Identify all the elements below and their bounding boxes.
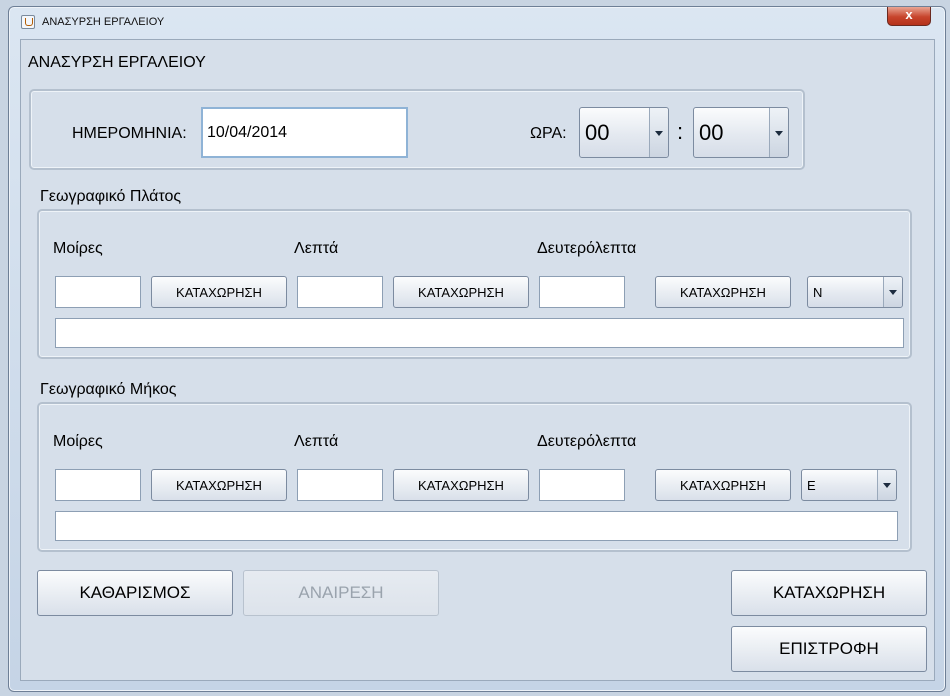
longitude-hemisphere-select[interactable]: E — [801, 469, 897, 501]
longitude-degrees-register-button[interactable]: ΚΑΤΑΧΩΡΗΣΗ — [151, 469, 287, 501]
close-button[interactable]: x — [887, 7, 931, 26]
window-title: ΑΝΑΣΥΡΣΗ ΕΡΓΑΛΕΙΟΥ — [42, 16, 165, 28]
back-button[interactable]: ΕΠΙΣΤΡΟΦΗ — [731, 626, 927, 672]
longitude-seconds-register-button[interactable]: ΚΑΤΑΧΩΡΗΣΗ — [655, 469, 791, 501]
latitude-seconds-label: Δευτερόλεπτα — [537, 240, 637, 257]
latitude-seconds-field[interactable] — [539, 276, 625, 308]
longitude-degrees-field[interactable] — [55, 469, 141, 501]
longitude-minutes-field[interactable] — [297, 469, 383, 501]
java-app-icon — [21, 15, 35, 29]
longitude-panel: Μοίρες Λεπτά Δευτερόλεπτα ΚΑΤΑΧΩΡΗΣΗ ΚΑΤ… — [37, 402, 912, 552]
latitude-hemisphere-select[interactable]: N — [807, 276, 903, 308]
latitude-panel: Μοίρες Λεπτά Δευτερόλεπτα ΚΑΤΑΧΩΡΗΣΗ ΚΑΤ… — [37, 209, 912, 359]
longitude-degrees-label: Μοίρες — [53, 433, 103, 450]
chevron-down-icon — [769, 108, 788, 157]
clear-button[interactable]: ΚΑΘΑΡΙΣΜΟΣ — [37, 570, 233, 616]
latitude-degrees-register-button[interactable]: ΚΑΤΑΧΩΡΗΣΗ — [151, 276, 287, 308]
longitude-seconds-field[interactable] — [539, 469, 625, 501]
page-title: ΑΝΑΣΥΡΣΗ ΕΡΓΑΛΕΙΟΥ — [28, 54, 206, 71]
longitude-result-field[interactable] — [55, 511, 898, 541]
latitude-minutes-field[interactable] — [297, 276, 383, 308]
time-separator: : — [677, 119, 684, 144]
chevron-down-icon — [883, 277, 902, 307]
hour-value: 00 — [585, 120, 610, 145]
content-pane: ΑΝΑΣΥΡΣΗ ΕΡΓΑΛΕΙΟΥ ΗΜΕΡΟΜΗΝΙΑ: ΩΡΑ: 00 :… — [20, 39, 935, 681]
title-bar[interactable]: ΑΝΑΣΥΡΣΗ ΕΡΓΑΛΕΙΟΥ x — [9, 7, 945, 35]
longitude-minutes-register-button[interactable]: ΚΑΤΑΧΩΡΗΣΗ — [393, 469, 529, 501]
undo-button[interactable]: ΑΝΑΙΡΕΣΗ — [243, 570, 439, 616]
datetime-panel: ΗΜΕΡΟΜΗΝΙΑ: ΩΡΑ: 00 : 00 — [29, 89, 805, 170]
minute-select[interactable]: 00 — [693, 107, 789, 158]
hour-select[interactable]: 00 — [579, 107, 669, 158]
latitude-seconds-register-button[interactable]: ΚΑΤΑΧΩΡΗΣΗ — [655, 276, 791, 308]
latitude-title: Γεωγραφικό Πλάτος — [40, 188, 182, 205]
longitude-hemisphere-value: E — [807, 478, 816, 493]
latitude-degrees-field[interactable] — [55, 276, 141, 308]
register-button[interactable]: ΚΑΤΑΧΩΡΗΣΗ — [731, 570, 927, 616]
minute-value: 00 — [699, 120, 724, 145]
chevron-down-icon — [877, 470, 896, 500]
longitude-minutes-label: Λεπτά — [294, 433, 339, 450]
longitude-seconds-label: Δευτερόλεπτα — [537, 433, 637, 450]
latitude-result-field[interactable] — [55, 318, 904, 348]
date-field[interactable] — [201, 107, 408, 158]
latitude-minutes-register-button[interactable]: ΚΑΤΑΧΩΡΗΣΗ — [393, 276, 529, 308]
latitude-minutes-label: Λεπτά — [294, 240, 339, 257]
time-label: ΩΡΑ: — [530, 125, 567, 142]
chevron-down-icon — [649, 108, 668, 157]
app-window: ΑΝΑΣΥΡΣΗ ΕΡΓΑΛΕΙΟΥ x ΑΝΑΣΥΡΣΗ ΕΡΓΑΛΕΙΟΥ … — [8, 6, 946, 692]
longitude-title: Γεωγραφικό Μήκος — [40, 381, 177, 398]
latitude-degrees-label: Μοίρες — [53, 240, 103, 257]
latitude-hemisphere-value: N — [813, 285, 823, 300]
close-icon: x — [905, 7, 913, 22]
date-label: ΗΜΕΡΟΜΗΝΙΑ: — [72, 125, 187, 142]
